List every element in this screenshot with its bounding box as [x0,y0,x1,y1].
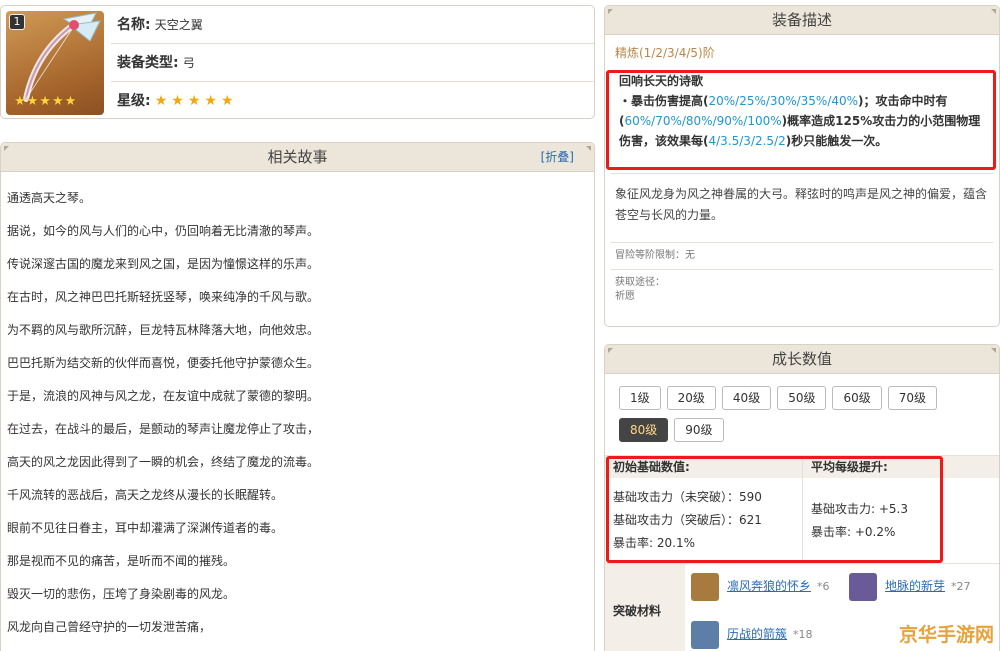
avg-stat-line: 暴击率: +0.2% [811,525,896,539]
material-link[interactable]: 历战的箭簇 [727,627,787,641]
base-stat-line: 暴击率: 20.1% [613,536,695,550]
base-stat-line: 基础攻击力（未突破）：590 [613,490,762,504]
name-label: 名称: [117,17,151,33]
level-buttons: 1级 20级 40级 50级 60级 70级 80级 90级 [605,374,999,450]
desc-title: 装备描述 [771,11,832,29]
name-row: 名称: 天空之翼 [111,6,594,44]
level-button[interactable]: 40级 [721,386,772,410]
passive-effect: 回响长天的诗歌 ・暴击伤害提高(20%/25%/30%/35%/40%)；攻击命… [611,61,993,161]
material-qty: *6 [817,580,830,593]
story-line: 在过去，在战斗的最后，是颤动的琴声让魔龙停止了攻击， [7,422,320,436]
obtain-label: 获取途径： [615,277,665,288]
story-line: 为不羁的风与歌所沉醉，巨龙特瓦林降落大地，向他效忠。 [7,323,320,337]
base-stat-line: 基础攻击力（突破后）：621 [613,513,762,527]
thumb-stars: ★★★★★ [14,94,78,109]
level-button[interactable]: 1级 [619,386,661,410]
avg-stats: 平均每级提升: 基础攻击力: +5.3 暴击率: +0.2% [803,456,999,564]
material-item: 历战的箭簇 *18 [691,616,813,651]
name-value: 天空之翼 [154,18,203,32]
star-rating: ★★★★★ [154,93,238,109]
material-link[interactable]: 地脉的新芽 [885,579,945,593]
material-icon [691,572,719,601]
fold-link[interactable]: [折叠] [541,143,574,172]
star-label: 星级: [117,93,151,109]
story-line: 在古时，风之神巴巴托斯轻抚竖琴，唤来纯净的千风与歌。 [7,290,320,304]
material-icon [691,620,719,649]
materials-label: 突破材料 [605,564,685,651]
weapon-thumbnail: 1 ★★★★★ [6,11,104,115]
story-line: 眼前不见往日眷主，耳中却灌满了深渊传道者的毒。 [7,521,284,535]
weapon-info-panel: 1 ★★★★★ 名称: 天空之翼 装备类型: 弓 星级: ★★★★★ [0,5,595,119]
story-line: 传说深邃古国的魔龙来到风之国，是因为憧憬这样的乐声。 [7,257,320,271]
level-button[interactable]: 80级 [619,418,669,442]
material-icon [849,572,877,601]
level-button[interactable]: 20级 [666,386,716,410]
obtain-value: 祈愿 [615,291,635,302]
refine-levels[interactable]: 精炼(1/2/3/4/5)阶 [605,35,999,61]
material-item: 地脉的新芽 *27 [849,568,971,604]
base-stats: 初始基础数值: 基础攻击力（未突破）：590 基础攻击力（突破后）：621 暴击率:… [605,456,803,564]
story-line: 巴巴托斯为结交新的伙伴而喜悦，便委托他守护蒙德众生。 [7,356,320,370]
story-title: 相关故事 [267,148,328,166]
effect-title: 回响长天的诗歌 [619,74,704,88]
story-line: 毁灭一切的悲伤，压垮了身染剧毒的风龙。 [7,587,236,601]
flavor-text: 象征风龙身为风之神眷属的大弓。释弦时的鸣声是风之神的偏爱，蕴含苍空与长风的力量。 [615,187,988,222]
growth-panel: 成长数值 1级 20级 40级 50级 60级 70级 80级 90级 初始基础数值: 基础攻… [604,344,1000,651]
rank-limit: 冒险等阶限制：无 [615,250,695,261]
stats-table: 初始基础数值: 基础攻击力（未突破）：590 基础攻击力（突破后）：621 暴击率:… [605,455,999,564]
material-item: 凛风奔狼的怀乡 *6 [691,568,830,604]
type-row: 装备类型: 弓 [111,44,594,82]
level-button[interactable]: 90级 [674,418,724,442]
material-link[interactable]: 凛风奔狼的怀乡 [727,579,811,593]
level-button[interactable]: 50级 [777,386,827,410]
level-button[interactable]: 60级 [832,386,882,410]
watermark: 京华手游网 [898,624,994,646]
story-line: 通透高天之琴。 [7,191,92,205]
material-qty: *27 [951,580,971,593]
avg-stat-line: 基础攻击力: +5.3 [811,502,908,516]
desc-header: 装备描述 [605,6,999,35]
description-panel: 装备描述 精炼(1/2/3/4/5)阶 回响长天的诗歌 ・暴击伤害提高(20%/… [604,5,1000,327]
story-panel: 相关故事 [折叠] 通透高天之琴。据说，如今的风与人们的心中，仍回响着无比清澈的… [0,142,595,651]
effect-text: ・暴击伤害提高(20%/25%/30%/35%/40%)；攻击命中时有(60%/… [619,94,981,148]
story-line: 于是，流浪的风神与风之龙，在友谊中成就了蒙德的黎明。 [7,389,320,403]
type-label: 装备类型: [117,55,179,71]
story-line: 据说，如今的风与人们的心中，仍回响着无比清澈的琴声。 [7,224,320,238]
story-header: 相关故事 [折叠] [1,143,594,172]
story-line: 风龙向自己曾经守护的一切发泄苦痛， [7,620,212,634]
story-line: 高天的风之龙因此得到了一瞬的机会，终结了魔龙的流毒。 [7,455,320,469]
growth-header: 成长数值 [605,345,999,374]
story-text: 通透高天之琴。据说，如今的风与人们的心中，仍回响着无比清澈的琴声。 传说深邃古国的… [1,172,594,651]
type-value: 弓 [182,56,195,70]
story-line: 千风流转的恶战后，高天之龙终从漫长的长眠醒转。 [7,488,284,502]
star-row: 星级: ★★★★★ [111,82,594,118]
avg-title: 平均每级提升: [803,456,999,478]
material-qty: *18 [793,628,813,641]
level-button[interactable]: 70级 [887,386,938,410]
story-line: 那是视而不见的痛苦，是听而不闻的摧残。 [7,554,236,568]
growth-title: 成长数值 [771,350,832,368]
base-title: 初始基础数值: [605,456,802,478]
level-badge: 1 [9,14,25,30]
